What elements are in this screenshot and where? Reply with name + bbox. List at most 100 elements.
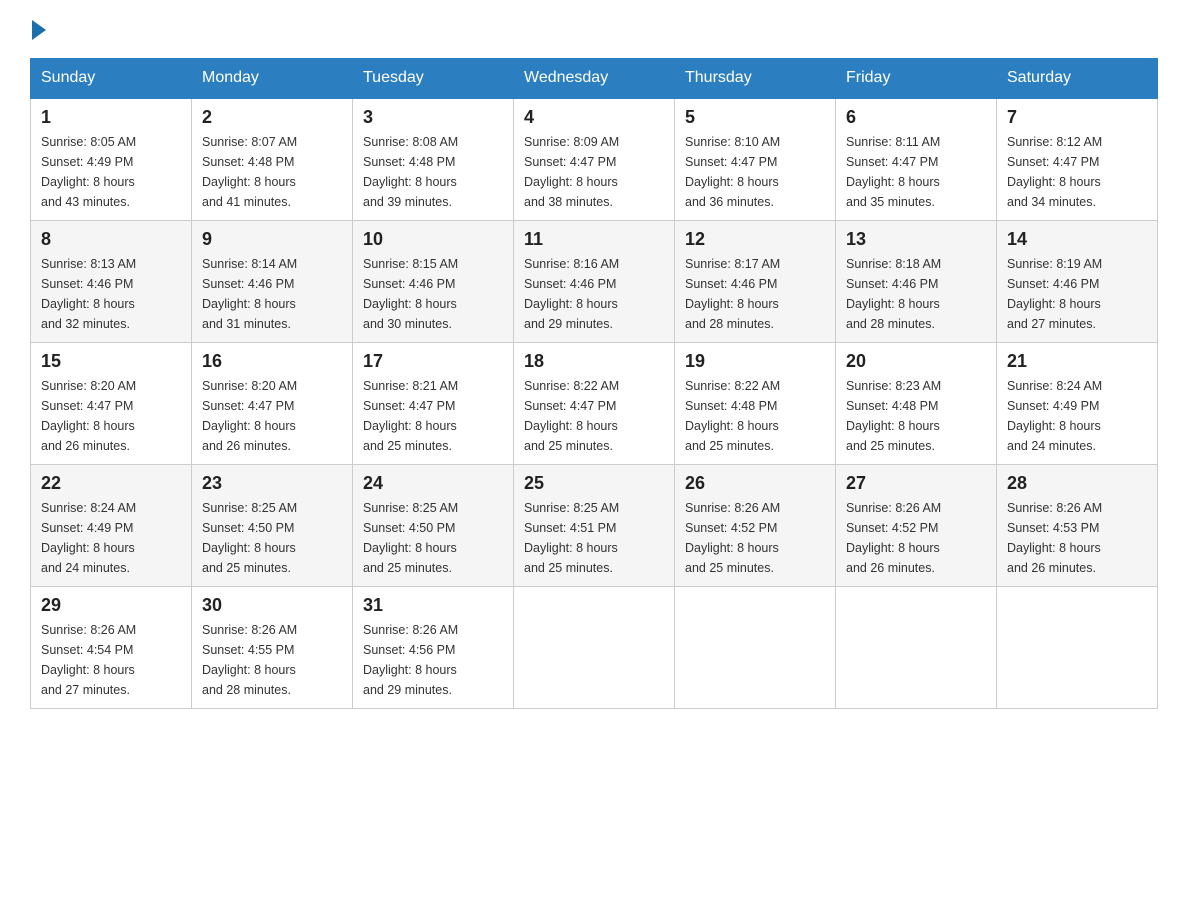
day-info: Sunrise: 8:20 AM Sunset: 4:47 PM Dayligh…: [202, 376, 342, 456]
day-number: 4: [524, 107, 664, 128]
day-info: Sunrise: 8:09 AM Sunset: 4:47 PM Dayligh…: [524, 132, 664, 212]
day-number: 1: [41, 107, 181, 128]
calendar-day-cell: 5 Sunrise: 8:10 AM Sunset: 4:47 PM Dayli…: [675, 98, 836, 221]
day-info: Sunrise: 8:10 AM Sunset: 4:47 PM Dayligh…: [685, 132, 825, 212]
calendar-day-cell: [836, 587, 997, 709]
calendar-day-cell: 26 Sunrise: 8:26 AM Sunset: 4:52 PM Dayl…: [675, 465, 836, 587]
day-info: Sunrise: 8:16 AM Sunset: 4:46 PM Dayligh…: [524, 254, 664, 334]
day-number: 12: [685, 229, 825, 250]
calendar-day-cell: 29 Sunrise: 8:26 AM Sunset: 4:54 PM Dayl…: [31, 587, 192, 709]
calendar-day-cell: 15 Sunrise: 8:20 AM Sunset: 4:47 PM Dayl…: [31, 343, 192, 465]
day-number: 27: [846, 473, 986, 494]
day-info: Sunrise: 8:08 AM Sunset: 4:48 PM Dayligh…: [363, 132, 503, 212]
day-info: Sunrise: 8:18 AM Sunset: 4:46 PM Dayligh…: [846, 254, 986, 334]
calendar-day-cell: 21 Sunrise: 8:24 AM Sunset: 4:49 PM Dayl…: [997, 343, 1158, 465]
day-number: 15: [41, 351, 181, 372]
day-info: Sunrise: 8:17 AM Sunset: 4:46 PM Dayligh…: [685, 254, 825, 334]
calendar-day-cell: 17 Sunrise: 8:21 AM Sunset: 4:47 PM Dayl…: [353, 343, 514, 465]
calendar-day-cell: 22 Sunrise: 8:24 AM Sunset: 4:49 PM Dayl…: [31, 465, 192, 587]
day-number: 16: [202, 351, 342, 372]
day-of-week-header: Wednesday: [514, 59, 675, 99]
day-number: 13: [846, 229, 986, 250]
day-number: 3: [363, 107, 503, 128]
day-of-week-header: Thursday: [675, 59, 836, 99]
calendar-day-cell: 10 Sunrise: 8:15 AM Sunset: 4:46 PM Dayl…: [353, 221, 514, 343]
calendar-day-cell: 14 Sunrise: 8:19 AM Sunset: 4:46 PM Dayl…: [997, 221, 1158, 343]
day-of-week-header: Saturday: [997, 59, 1158, 99]
day-info: Sunrise: 8:20 AM Sunset: 4:47 PM Dayligh…: [41, 376, 181, 456]
day-number: 10: [363, 229, 503, 250]
day-info: Sunrise: 8:26 AM Sunset: 4:54 PM Dayligh…: [41, 620, 181, 700]
day-info: Sunrise: 8:12 AM Sunset: 4:47 PM Dayligh…: [1007, 132, 1147, 212]
day-info: Sunrise: 8:14 AM Sunset: 4:46 PM Dayligh…: [202, 254, 342, 334]
day-info: Sunrise: 8:23 AM Sunset: 4:48 PM Dayligh…: [846, 376, 986, 456]
day-number: 9: [202, 229, 342, 250]
calendar-day-cell: 6 Sunrise: 8:11 AM Sunset: 4:47 PM Dayli…: [836, 98, 997, 221]
day-number: 8: [41, 229, 181, 250]
day-of-week-header: Tuesday: [353, 59, 514, 99]
calendar-table: SundayMondayTuesdayWednesdayThursdayFrid…: [30, 58, 1158, 709]
calendar-day-cell: 30 Sunrise: 8:26 AM Sunset: 4:55 PM Dayl…: [192, 587, 353, 709]
day-number: 14: [1007, 229, 1147, 250]
day-info: Sunrise: 8:25 AM Sunset: 4:50 PM Dayligh…: [363, 498, 503, 578]
day-info: Sunrise: 8:05 AM Sunset: 4:49 PM Dayligh…: [41, 132, 181, 212]
day-of-week-header: Monday: [192, 59, 353, 99]
day-info: Sunrise: 8:25 AM Sunset: 4:50 PM Dayligh…: [202, 498, 342, 578]
calendar-week-row: 22 Sunrise: 8:24 AM Sunset: 4:49 PM Dayl…: [31, 465, 1158, 587]
calendar-day-cell: 24 Sunrise: 8:25 AM Sunset: 4:50 PM Dayl…: [353, 465, 514, 587]
calendar-day-cell: 18 Sunrise: 8:22 AM Sunset: 4:47 PM Dayl…: [514, 343, 675, 465]
day-number: 2: [202, 107, 342, 128]
day-number: 18: [524, 351, 664, 372]
day-info: Sunrise: 8:26 AM Sunset: 4:55 PM Dayligh…: [202, 620, 342, 700]
day-number: 26: [685, 473, 825, 494]
day-info: Sunrise: 8:26 AM Sunset: 4:53 PM Dayligh…: [1007, 498, 1147, 578]
logo: [30, 20, 46, 38]
calendar-day-cell: [997, 587, 1158, 709]
calendar-day-cell: 31 Sunrise: 8:26 AM Sunset: 4:56 PM Dayl…: [353, 587, 514, 709]
day-info: Sunrise: 8:26 AM Sunset: 4:56 PM Dayligh…: [363, 620, 503, 700]
day-number: 6: [846, 107, 986, 128]
day-number: 30: [202, 595, 342, 616]
calendar-day-cell: 1 Sunrise: 8:05 AM Sunset: 4:49 PM Dayli…: [31, 98, 192, 221]
day-of-week-header: Friday: [836, 59, 997, 99]
calendar-day-cell: 25 Sunrise: 8:25 AM Sunset: 4:51 PM Dayl…: [514, 465, 675, 587]
calendar-day-cell: 16 Sunrise: 8:20 AM Sunset: 4:47 PM Dayl…: [192, 343, 353, 465]
calendar-day-cell: 23 Sunrise: 8:25 AM Sunset: 4:50 PM Dayl…: [192, 465, 353, 587]
day-number: 20: [846, 351, 986, 372]
day-number: 31: [363, 595, 503, 616]
day-info: Sunrise: 8:15 AM Sunset: 4:46 PM Dayligh…: [363, 254, 503, 334]
calendar-day-cell: [675, 587, 836, 709]
day-number: 28: [1007, 473, 1147, 494]
day-number: 29: [41, 595, 181, 616]
calendar-day-cell: 13 Sunrise: 8:18 AM Sunset: 4:46 PM Dayl…: [836, 221, 997, 343]
calendar-day-cell: 27 Sunrise: 8:26 AM Sunset: 4:52 PM Dayl…: [836, 465, 997, 587]
day-number: 17: [363, 351, 503, 372]
day-info: Sunrise: 8:24 AM Sunset: 4:49 PM Dayligh…: [1007, 376, 1147, 456]
calendar-week-row: 8 Sunrise: 8:13 AM Sunset: 4:46 PM Dayli…: [31, 221, 1158, 343]
calendar-day-cell: 3 Sunrise: 8:08 AM Sunset: 4:48 PM Dayli…: [353, 98, 514, 221]
day-number: 11: [524, 229, 664, 250]
calendar-header-row: SundayMondayTuesdayWednesdayThursdayFrid…: [31, 59, 1158, 99]
calendar-day-cell: 20 Sunrise: 8:23 AM Sunset: 4:48 PM Dayl…: [836, 343, 997, 465]
calendar-week-row: 15 Sunrise: 8:20 AM Sunset: 4:47 PM Dayl…: [31, 343, 1158, 465]
calendar-week-row: 29 Sunrise: 8:26 AM Sunset: 4:54 PM Dayl…: [31, 587, 1158, 709]
calendar-day-cell: 19 Sunrise: 8:22 AM Sunset: 4:48 PM Dayl…: [675, 343, 836, 465]
day-info: Sunrise: 8:25 AM Sunset: 4:51 PM Dayligh…: [524, 498, 664, 578]
calendar-day-cell: 7 Sunrise: 8:12 AM Sunset: 4:47 PM Dayli…: [997, 98, 1158, 221]
day-info: Sunrise: 8:13 AM Sunset: 4:46 PM Dayligh…: [41, 254, 181, 334]
day-number: 22: [41, 473, 181, 494]
calendar-day-cell: 11 Sunrise: 8:16 AM Sunset: 4:46 PM Dayl…: [514, 221, 675, 343]
calendar-day-cell: 12 Sunrise: 8:17 AM Sunset: 4:46 PM Dayl…: [675, 221, 836, 343]
day-number: 5: [685, 107, 825, 128]
day-number: 23: [202, 473, 342, 494]
day-number: 19: [685, 351, 825, 372]
day-of-week-header: Sunday: [31, 59, 192, 99]
day-info: Sunrise: 8:11 AM Sunset: 4:47 PM Dayligh…: [846, 132, 986, 212]
page-header: [30, 20, 1158, 38]
calendar-day-cell: 9 Sunrise: 8:14 AM Sunset: 4:46 PM Dayli…: [192, 221, 353, 343]
day-info: Sunrise: 8:19 AM Sunset: 4:46 PM Dayligh…: [1007, 254, 1147, 334]
logo-arrow-icon: [32, 20, 46, 40]
day-info: Sunrise: 8:26 AM Sunset: 4:52 PM Dayligh…: [846, 498, 986, 578]
calendar-day-cell: 4 Sunrise: 8:09 AM Sunset: 4:47 PM Dayli…: [514, 98, 675, 221]
day-info: Sunrise: 8:24 AM Sunset: 4:49 PM Dayligh…: [41, 498, 181, 578]
